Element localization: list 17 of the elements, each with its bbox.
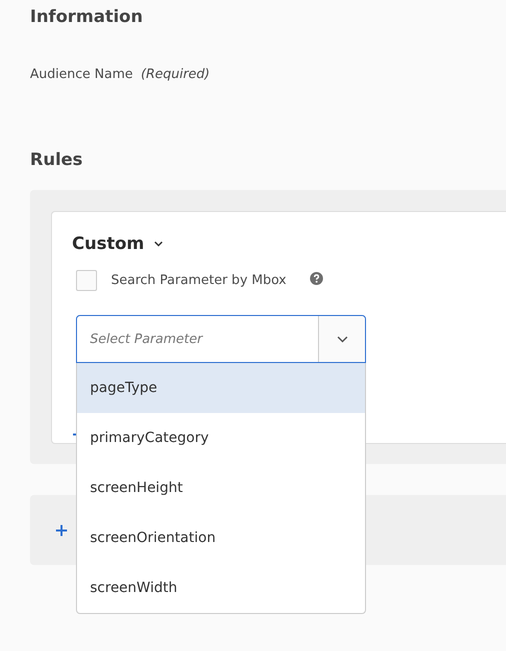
dropdown-option[interactable]: screenOrientation: [77, 513, 365, 563]
section-heading: Rules: [30, 149, 84, 172]
dropdown-option[interactable]: primaryCategory: [77, 413, 365, 463]
parameter-select[interactable]: Select Parameter: [76, 315, 366, 363]
caret-icon[interactable]: [154, 241, 164, 247]
dropdown-option[interactable]: screenHeight: [77, 463, 365, 513]
checkbox-label: Search Parameter by Mbox: [111, 273, 286, 288]
chevron-down-icon[interactable]: [336, 336, 348, 342]
rule-type-label: Custom: [72, 234, 144, 254]
help-icon[interactable]: [310, 272, 324, 285]
section-heading: Information: [30, 6, 144, 29]
dropdown-option[interactable]: pageType: [77, 363, 365, 413]
field-label: Audience Name: [30, 67, 133, 82]
add-icon[interactable]: [56, 524, 67, 536]
required-note: (Required): [140, 67, 210, 82]
checkbox[interactable]: [76, 270, 97, 291]
dropdown-option[interactable]: screenWidth: [77, 563, 365, 613]
